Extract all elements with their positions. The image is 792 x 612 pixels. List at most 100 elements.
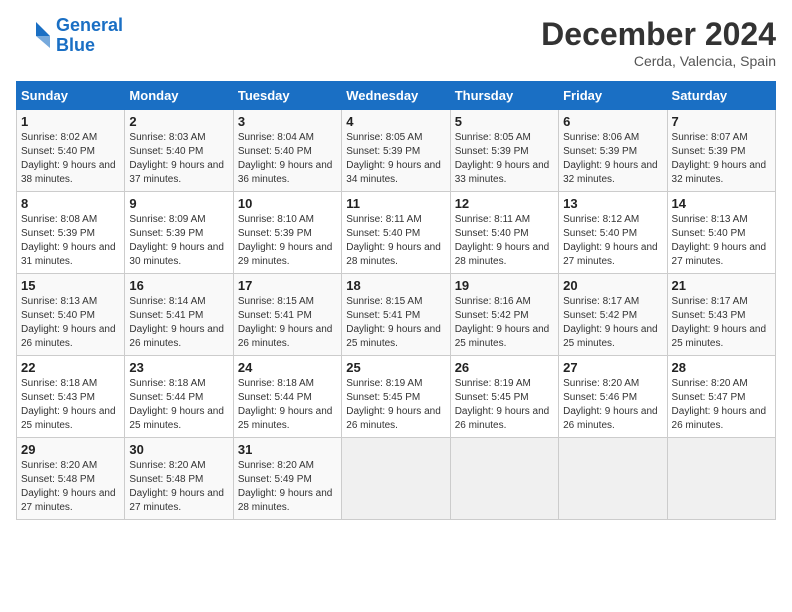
day-info: Sunrise: 8:13 AM Sunset: 5:40 PM Dayligh… bbox=[21, 295, 120, 351]
calendar-cell: 26Sunrise: 8:19 AM Sunset: 5:45 PM Dayli… bbox=[450, 356, 558, 438]
calendar-cell: 7 Sunrise: 8:07 AM Sunset: 5:39 PM Daylig… bbox=[667, 110, 775, 192]
calendar-week-3: 15Sunrise: 8:13 AM Sunset: 5:40 PM Dayli… bbox=[17, 274, 776, 356]
day-info: Sunrise: 8:14 AM Sunset: 5:41 PM Dayligh… bbox=[129, 295, 228, 351]
calendar-cell: 21Sunrise: 8:17 AM Sunset: 5:43 PM Dayli… bbox=[667, 274, 775, 356]
calendar-cell: 23 Sunrise: 8:18 AM Sunset: 5:44 PM Dayli… bbox=[125, 356, 233, 438]
calendar-cell: 22Sunrise: 8:18 AM Sunset: 5:43 PM Dayli… bbox=[17, 356, 125, 438]
calendar-cell: 4 Sunrise: 8:05 AM Sunset: 5:39 PM Daylig… bbox=[342, 110, 450, 192]
weekday-friday: Friday bbox=[559, 82, 667, 110]
day-number: 24 bbox=[238, 360, 337, 375]
logo-line2: Blue bbox=[56, 35, 95, 55]
calendar-week-5: 29 Sunrise: 8:20 AM Sunset: 5:48 PM Dayli… bbox=[17, 438, 776, 520]
day-info: Sunrise: 8:20 AM Sunset: 5:48 PM Dayligh… bbox=[129, 459, 228, 515]
calendar-cell: 3 Sunrise: 8:04 AM Sunset: 5:40 PM Daylig… bbox=[233, 110, 341, 192]
calendar-cell: 12 Sunrise: 8:11 AM Sunset: 5:40 PM Dayli… bbox=[450, 192, 558, 274]
day-number: 30 bbox=[129, 442, 228, 457]
day-info: Sunrise: 8:04 AM Sunset: 5:40 PM Dayligh… bbox=[238, 131, 337, 187]
day-info: Sunrise: 8:12 AM Sunset: 5:40 PM Dayligh… bbox=[563, 213, 662, 269]
day-info: Sunrise: 8:17 AM Sunset: 5:42 PM Dayligh… bbox=[563, 295, 662, 351]
day-number: 4 bbox=[346, 114, 445, 129]
day-info: Sunrise: 8:18 AM Sunset: 5:44 PM Dayligh… bbox=[129, 377, 228, 433]
calendar-cell: 15Sunrise: 8:13 AM Sunset: 5:40 PM Dayli… bbox=[17, 274, 125, 356]
weekday-monday: Monday bbox=[125, 82, 233, 110]
day-info: Sunrise: 8:09 AM Sunset: 5:39 PM Dayligh… bbox=[129, 213, 228, 269]
calendar-week-4: 22Sunrise: 8:18 AM Sunset: 5:43 PM Dayli… bbox=[17, 356, 776, 438]
day-number: 29 bbox=[21, 442, 120, 457]
calendar-week-1: 1Sunrise: 8:02 AM Sunset: 5:40 PM Daylig… bbox=[17, 110, 776, 192]
day-info: Sunrise: 8:05 AM Sunset: 5:39 PM Dayligh… bbox=[455, 131, 554, 187]
calendar-cell: 11Sunrise: 8:11 AM Sunset: 5:40 PM Dayli… bbox=[342, 192, 450, 274]
location-subtitle: Cerda, Valencia, Spain bbox=[541, 53, 776, 69]
calendar-cell: 25Sunrise: 8:19 AM Sunset: 5:45 PM Dayli… bbox=[342, 356, 450, 438]
day-number: 12 bbox=[455, 196, 554, 211]
calendar-table: SundayMondayTuesdayWednesdayThursdayFrid… bbox=[16, 81, 776, 520]
logo-line1: General bbox=[56, 15, 123, 35]
calendar-cell: 14 Sunrise: 8:13 AM Sunset: 5:40 PM Dayli… bbox=[667, 192, 775, 274]
day-number: 23 bbox=[129, 360, 228, 375]
calendar-cell: 1Sunrise: 8:02 AM Sunset: 5:40 PM Daylig… bbox=[17, 110, 125, 192]
day-number: 27 bbox=[563, 360, 662, 375]
day-number: 16 bbox=[129, 278, 228, 293]
day-info: Sunrise: 8:20 AM Sunset: 5:48 PM Dayligh… bbox=[21, 459, 120, 515]
day-info: Sunrise: 8:18 AM Sunset: 5:43 PM Dayligh… bbox=[21, 377, 120, 433]
calendar-cell: 24 Sunrise: 8:18 AM Sunset: 5:44 PM Dayli… bbox=[233, 356, 341, 438]
day-info: Sunrise: 8:20 AM Sunset: 5:46 PM Dayligh… bbox=[563, 377, 662, 433]
calendar-cell: 19Sunrise: 8:16 AM Sunset: 5:42 PM Dayli… bbox=[450, 274, 558, 356]
calendar-cell bbox=[667, 438, 775, 520]
page-header: General Blue December 2024 Cerda, Valenc… bbox=[16, 16, 776, 69]
weekday-header-row: SundayMondayTuesdayWednesdayThursdayFrid… bbox=[17, 82, 776, 110]
calendar-cell: 16 Sunrise: 8:14 AM Sunset: 5:41 PM Dayli… bbox=[125, 274, 233, 356]
day-number: 28 bbox=[672, 360, 771, 375]
day-info: Sunrise: 8:07 AM Sunset: 5:39 PM Dayligh… bbox=[672, 131, 771, 187]
logo: General Blue bbox=[16, 16, 123, 56]
day-info: Sunrise: 8:11 AM Sunset: 5:40 PM Dayligh… bbox=[346, 213, 445, 269]
logo-icon bbox=[16, 18, 52, 54]
calendar-cell: 9 Sunrise: 8:09 AM Sunset: 5:39 PM Daylig… bbox=[125, 192, 233, 274]
day-number: 5 bbox=[455, 114, 554, 129]
day-info: Sunrise: 8:05 AM Sunset: 5:39 PM Dayligh… bbox=[346, 131, 445, 187]
day-number: 3 bbox=[238, 114, 337, 129]
day-info: Sunrise: 8:13 AM Sunset: 5:40 PM Dayligh… bbox=[672, 213, 771, 269]
calendar-cell: 10Sunrise: 8:10 AM Sunset: 5:39 PM Dayli… bbox=[233, 192, 341, 274]
month-title: December 2024 bbox=[541, 16, 776, 53]
calendar-cell: 20 Sunrise: 8:17 AM Sunset: 5:42 PM Dayli… bbox=[559, 274, 667, 356]
weekday-wednesday: Wednesday bbox=[342, 82, 450, 110]
day-number: 20 bbox=[563, 278, 662, 293]
calendar-cell: 5 Sunrise: 8:05 AM Sunset: 5:39 PM Daylig… bbox=[450, 110, 558, 192]
calendar-cell: 2Sunrise: 8:03 AM Sunset: 5:40 PM Daylig… bbox=[125, 110, 233, 192]
day-number: 14 bbox=[672, 196, 771, 211]
day-info: Sunrise: 8:18 AM Sunset: 5:44 PM Dayligh… bbox=[238, 377, 337, 433]
calendar-cell: 30 Sunrise: 8:20 AM Sunset: 5:48 PM Dayli… bbox=[125, 438, 233, 520]
day-info: Sunrise: 8:20 AM Sunset: 5:47 PM Dayligh… bbox=[672, 377, 771, 433]
calendar-cell: 18Sunrise: 8:15 AM Sunset: 5:41 PM Dayli… bbox=[342, 274, 450, 356]
day-number: 18 bbox=[346, 278, 445, 293]
day-info: Sunrise: 8:20 AM Sunset: 5:49 PM Dayligh… bbox=[238, 459, 337, 515]
day-number: 25 bbox=[346, 360, 445, 375]
day-info: Sunrise: 8:08 AM Sunset: 5:39 PM Dayligh… bbox=[21, 213, 120, 269]
day-number: 8 bbox=[21, 196, 120, 211]
title-block: December 2024 Cerda, Valencia, Spain bbox=[541, 16, 776, 69]
weekday-tuesday: Tuesday bbox=[233, 82, 341, 110]
day-number: 7 bbox=[672, 114, 771, 129]
day-info: Sunrise: 8:06 AM Sunset: 5:39 PM Dayligh… bbox=[563, 131, 662, 187]
calendar-cell: 29 Sunrise: 8:20 AM Sunset: 5:48 PM Dayli… bbox=[17, 438, 125, 520]
weekday-thursday: Thursday bbox=[450, 82, 558, 110]
weekday-saturday: Saturday bbox=[667, 82, 775, 110]
day-info: Sunrise: 8:19 AM Sunset: 5:45 PM Dayligh… bbox=[455, 377, 554, 433]
day-number: 21 bbox=[672, 278, 771, 293]
day-number: 31 bbox=[238, 442, 337, 457]
calendar-cell: 8 Sunrise: 8:08 AM Sunset: 5:39 PM Daylig… bbox=[17, 192, 125, 274]
day-info: Sunrise: 8:11 AM Sunset: 5:40 PM Dayligh… bbox=[455, 213, 554, 269]
calendar-cell: 28 Sunrise: 8:20 AM Sunset: 5:47 PM Dayli… bbox=[667, 356, 775, 438]
day-number: 13 bbox=[563, 196, 662, 211]
weekday-sunday: Sunday bbox=[17, 82, 125, 110]
day-number: 19 bbox=[455, 278, 554, 293]
day-number: 10 bbox=[238, 196, 337, 211]
calendar-cell bbox=[450, 438, 558, 520]
day-number: 9 bbox=[129, 196, 228, 211]
calendar-cell: 13 Sunrise: 8:12 AM Sunset: 5:40 PM Dayli… bbox=[559, 192, 667, 274]
calendar-cell: 27 Sunrise: 8:20 AM Sunset: 5:46 PM Dayli… bbox=[559, 356, 667, 438]
calendar-cell: 6 Sunrise: 8:06 AM Sunset: 5:39 PM Daylig… bbox=[559, 110, 667, 192]
day-number: 6 bbox=[563, 114, 662, 129]
day-info: Sunrise: 8:15 AM Sunset: 5:41 PM Dayligh… bbox=[238, 295, 337, 351]
